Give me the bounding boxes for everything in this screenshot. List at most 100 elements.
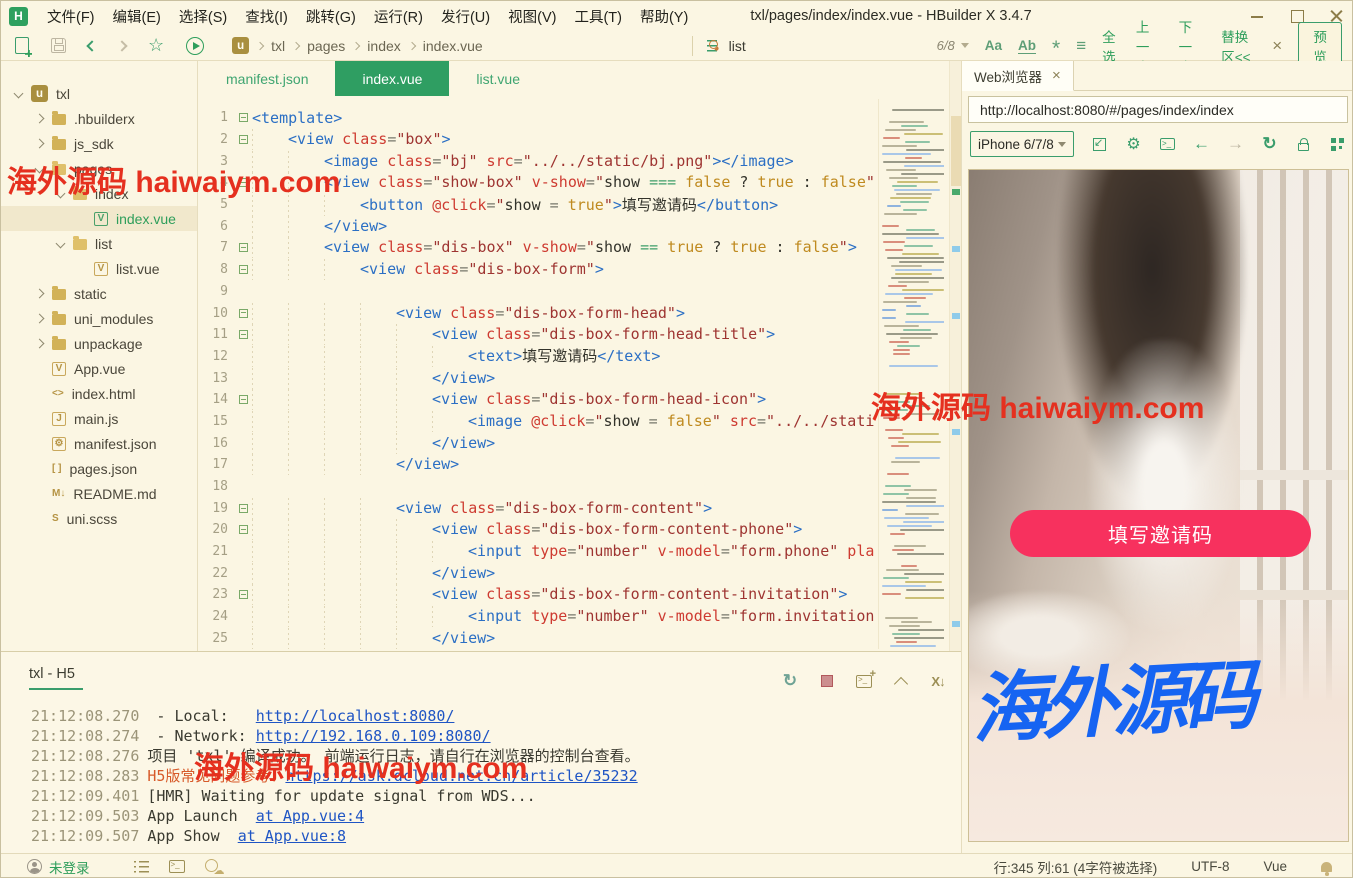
code-line[interactable]: 2<view class="box">	[199, 129, 878, 151]
tree-item-manifest-json[interactable]: ⚙manifest.json	[1, 431, 197, 456]
close-search-icon[interactable]	[1272, 37, 1282, 54]
breadcrumb-item[interactable]: txl	[271, 38, 285, 54]
log-link[interactable]: at App.vue:8	[238, 827, 346, 845]
editor-scrollbar[interactable]	[949, 61, 961, 651]
menu-item[interactable]: 文件(F)	[38, 3, 104, 30]
fold-icon[interactable]	[239, 309, 248, 318]
code-line[interactable]: 7<view class="dis-box" v-show="show == t…	[199, 237, 878, 259]
code-line[interactable]: 17</view>	[199, 454, 878, 476]
code-line[interactable]: 20<view class="dis-box-form-content-phon…	[199, 519, 878, 541]
minimize-icon[interactable]	[1250, 9, 1264, 23]
code-line[interactable]: 13</view>	[199, 367, 878, 389]
menu-item[interactable]: 选择(S)	[170, 3, 236, 30]
code-line[interactable]: 12<text>填写邀请码</text>	[199, 346, 878, 368]
replace-panel-button[interactable]: 替换区<<	[1221, 26, 1258, 66]
tree-item-index-html[interactable]: <>index.html	[1, 381, 197, 406]
chevron-down-icon[interactable]	[961, 43, 969, 48]
stop-button[interactable]	[818, 672, 836, 690]
menu-item[interactable]: 视图(V)	[499, 3, 565, 30]
clear-close-icon[interactable]	[929, 672, 947, 690]
regex-toggle[interactable]	[1052, 39, 1060, 53]
open-external-button[interactable]	[1091, 136, 1108, 153]
whole-word-toggle[interactable]	[1018, 38, 1036, 54]
fold-icon[interactable]	[239, 525, 248, 534]
collapse-panel-button[interactable]	[892, 672, 910, 690]
code-line[interactable]: 10<view class="dis-box-form-head">	[199, 302, 878, 324]
bell-icon[interactable]	[1321, 862, 1332, 872]
tree-item-app-vue[interactable]: VApp.vue	[1, 356, 197, 381]
url-input[interactable]	[978, 101, 1338, 119]
menu-item[interactable]: 运行(R)	[365, 3, 432, 30]
console-tab[interactable]: txl - H5	[29, 666, 83, 690]
fold-icon[interactable]	[239, 135, 248, 144]
tree-item-uni-scss[interactable]: Suni.scss	[1, 506, 197, 531]
new-terminal-button[interactable]	[855, 672, 873, 690]
browser-settings-button[interactable]	[1125, 136, 1142, 153]
tree-item-uni-modules[interactable]: uni_modules	[1, 306, 197, 331]
invite-code-button[interactable]: 填写邀请码	[1010, 510, 1311, 557]
code-line[interactable]: 23<view class="dis-box-form-content-invi…	[199, 584, 878, 606]
browser-back-button[interactable]	[1193, 136, 1210, 153]
chevron-right-icon[interactable]	[35, 314, 45, 324]
code-line[interactable]: 9	[199, 281, 878, 303]
globe-icon[interactable]	[205, 859, 223, 874]
fold-icon[interactable]	[239, 243, 248, 252]
close-icon[interactable]	[1330, 9, 1344, 23]
tree-item-txl[interactable]: utxl	[1, 81, 197, 106]
breadcrumb[interactable]: utxlpagesindexindex.vue	[232, 31, 682, 60]
chevron-right-icon[interactable]	[35, 114, 45, 124]
tree-item--hbuilderx[interactable]: .hbuilderx	[1, 106, 197, 131]
breadcrumb-item[interactable]: index.vue	[423, 38, 483, 54]
log-link[interactable]: at App.vue:4	[256, 807, 364, 825]
maximize-icon[interactable]	[1290, 9, 1304, 23]
code-line[interactable]: 16</view>	[199, 432, 878, 454]
code-line[interactable]: 18	[199, 476, 878, 498]
browser-forward-button[interactable]	[1227, 136, 1244, 153]
device-selector[interactable]: iPhone 6/7/8	[970, 131, 1074, 157]
code-line[interactable]: 8<view class="dis-box-form">	[199, 259, 878, 281]
terminal-icon[interactable]	[169, 860, 185, 873]
fold-icon[interactable]	[239, 395, 248, 404]
scrollbar-thumb[interactable]	[951, 116, 961, 186]
code-line[interactable]: 19<view class="dis-box-form-content">	[199, 497, 878, 519]
new-file-button[interactable]	[15, 35, 29, 57]
chevron-right-icon[interactable]	[35, 339, 45, 349]
tree-item-readme-md[interactable]: M↓README.md	[1, 481, 197, 506]
code-line[interactable]: 21<input type="number" v-model="form.pho…	[199, 541, 878, 563]
browser-tab[interactable]: Web浏览器	[962, 61, 1074, 91]
save-button[interactable]	[51, 35, 66, 57]
code-line[interactable]: 14<view class="dis-box-form-head-icon">	[199, 389, 878, 411]
menu-item[interactable]: 查找(I)	[236, 3, 297, 30]
login-button[interactable]: 未登录	[27, 857, 90, 877]
menu-item[interactable]: 帮助(Y)	[631, 3, 697, 30]
editor-tab-index-vue[interactable]: index.vue	[335, 61, 449, 96]
close-icon[interactable]	[1052, 67, 1061, 84]
tree-item-list-vue[interactable]: Vlist.vue	[1, 256, 197, 281]
tree-item-static[interactable]: static	[1, 281, 197, 306]
tree-item-unpackage[interactable]: unpackage	[1, 331, 197, 356]
select-all-matches-button[interactable]: 全选	[1102, 26, 1120, 66]
console-button[interactable]	[1159, 136, 1176, 153]
menu-item[interactable]: 编辑(E)	[104, 3, 170, 30]
qr-code-button[interactable]	[1329, 136, 1346, 153]
code-line[interactable]: 22</view>	[199, 562, 878, 584]
search-input[interactable]	[727, 37, 877, 55]
find-in-selection-toggle[interactable]	[1076, 36, 1086, 56]
fold-icon[interactable]	[239, 330, 248, 339]
favorite-button[interactable]	[148, 35, 164, 57]
fold-icon[interactable]	[239, 265, 248, 274]
restart-icon[interactable]	[781, 672, 799, 690]
code-line[interactable]: 11<view class="dis-box-form-head-title">	[199, 324, 878, 346]
code-line[interactable]: 1<template>	[199, 107, 878, 129]
chevron-right-icon[interactable]	[35, 139, 45, 149]
breadcrumb-item[interactable]: pages	[307, 38, 345, 54]
chevron-down-icon[interactable]	[56, 239, 66, 249]
back-button[interactable]	[88, 35, 96, 57]
match-case-toggle[interactable]	[985, 38, 1002, 53]
tree-item-list[interactable]: list	[1, 231, 197, 256]
breadcrumb-item[interactable]: index	[367, 38, 400, 54]
minimap[interactable]	[878, 99, 944, 649]
fold-icon[interactable]	[239, 590, 248, 599]
run-button[interactable]	[186, 35, 204, 57]
caret-position[interactable]: 行:345 列:61 (4字符被选择)	[994, 857, 1158, 877]
